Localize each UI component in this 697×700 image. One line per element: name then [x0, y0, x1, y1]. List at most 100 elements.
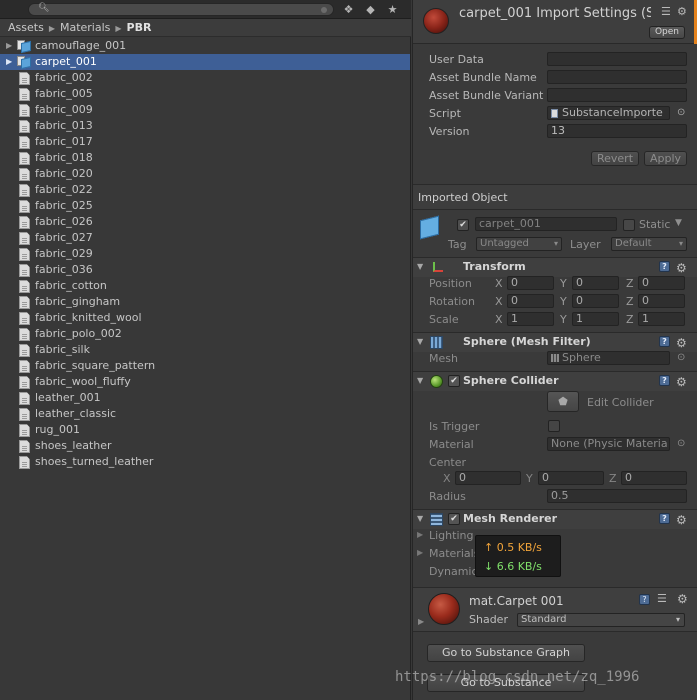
open-button[interactable]: Open	[649, 26, 685, 39]
revert-button[interactable]: Revert	[591, 151, 639, 166]
center-z-field[interactable]: 0	[621, 471, 687, 485]
clear-search-icon[interactable]	[321, 7, 327, 13]
file-list-item[interactable]: ▶ carpet_001	[0, 54, 410, 70]
file-list-item[interactable]: fabric_polo_002	[0, 326, 410, 342]
scale-y-field[interactable]: 1	[572, 312, 619, 326]
file-list-item[interactable]: fabric_018	[0, 150, 410, 166]
script-field[interactable]: SubstanceImporte	[547, 106, 670, 120]
file-list-item[interactable]: fabric_029	[0, 246, 410, 262]
scale-z-field[interactable]: 1	[638, 312, 685, 326]
version-field[interactable]: 13	[547, 124, 687, 138]
presets-icon[interactable]: ☰	[661, 5, 671, 18]
collapse-arrow-icon[interactable]: ▼	[417, 258, 423, 276]
file-list-item[interactable]: fabric_knitted_wool	[0, 310, 410, 326]
filter-by-label-icon[interactable]: ◆	[363, 2, 378, 17]
shader-dropdown[interactable]: Standard ▾	[517, 613, 685, 627]
expand-arrow-icon[interactable]: ▶	[6, 38, 12, 54]
mesh-filter-header[interactable]: ▼ Sphere (Mesh Filter) ? ⚙	[413, 332, 697, 352]
file-list-item[interactable]: fabric_022	[0, 182, 410, 198]
is-trigger-checkbox[interactable]	[548, 420, 560, 432]
mesh-renderer-header[interactable]: ▼ ✔ Mesh Renderer ? ⚙	[413, 509, 697, 529]
edit-collider-button[interactable]: ⬟	[547, 391, 579, 412]
help-book-icon[interactable]: ?	[659, 513, 670, 524]
rotation-x-field[interactable]: 0	[507, 294, 554, 308]
breadcrumb-item-materials[interactable]: Materials	[60, 21, 110, 34]
file-list-item[interactable]: ▶ camouflage_001	[0, 38, 410, 54]
component-settings-gear-icon[interactable]: ⚙	[676, 334, 687, 352]
file-list-item[interactable]: fabric_025	[0, 198, 410, 214]
materials-foldout-arrow-icon[interactable]: ▶	[417, 548, 423, 557]
radius-field[interactable]: 0.5	[547, 489, 687, 503]
breadcrumb-item-pbr[interactable]: PBR	[127, 21, 152, 34]
filter-by-type-icon[interactable]: ❖	[341, 2, 356, 17]
gameobject-active-checkbox[interactable]: ✔	[457, 219, 469, 231]
collapse-arrow-icon[interactable]: ▼	[417, 510, 423, 528]
sphere-collider-header[interactable]: ▼ ✔ Sphere Collider ? ⚙	[413, 371, 697, 391]
help-book-icon[interactable]: ?	[659, 336, 670, 347]
physic-material-field[interactable]: None (Physic Materia	[547, 437, 670, 451]
rotation-z-field[interactable]: 0	[638, 294, 685, 308]
static-dropdown-icon[interactable]: ▼	[675, 218, 682, 228]
file-list-item[interactable]: fabric_026	[0, 214, 410, 230]
object-picker-icon[interactable]: ⊙	[677, 107, 685, 118]
asset-bundle-variant-field[interactable]	[547, 88, 687, 102]
breadcrumb-item-assets[interactable]: Assets	[8, 21, 44, 34]
gear-icon[interactable]: ⚙	[677, 5, 687, 18]
presets-icon[interactable]: ☰	[657, 592, 667, 605]
collapse-arrow-icon[interactable]: ▼	[417, 333, 423, 351]
file-list-item[interactable]: fabric_square_pattern	[0, 358, 410, 374]
center-x-field[interactable]: 0	[455, 471, 521, 485]
rotation-y-field[interactable]: 0	[572, 294, 619, 308]
file-list-item[interactable]: fabric_027	[0, 230, 410, 246]
file-list-item[interactable]: fabric_009	[0, 102, 410, 118]
static-checkbox[interactable]	[623, 219, 635, 231]
file-list-item[interactable]: fabric_017	[0, 134, 410, 150]
expand-arrow-icon[interactable]: ▶	[6, 54, 12, 70]
center-y-field[interactable]: 0	[538, 471, 604, 485]
sphere-collider-enabled-checkbox[interactable]: ✔	[448, 375, 460, 387]
help-book-icon[interactable]: ?	[639, 594, 650, 605]
lighting-foldout[interactable]: Lighting	[429, 529, 473, 542]
help-book-icon[interactable]: ?	[659, 261, 670, 272]
component-settings-gear-icon[interactable]: ⚙	[676, 373, 687, 391]
layer-dropdown[interactable]: Default ▾	[611, 237, 687, 251]
file-list-item[interactable]: fabric_silk	[0, 342, 410, 358]
apply-button[interactable]: Apply	[644, 151, 687, 166]
help-book-icon[interactable]: ?	[659, 375, 670, 386]
material-foldout-arrow-icon[interactable]: ▶	[418, 617, 424, 626]
gameobject-name-field[interactable]: carpet_001	[475, 217, 617, 231]
go-to-substance-graph-button[interactable]: Go to Substance Graph	[427, 644, 585, 662]
transform-header[interactable]: ▼ Transform ? ⚙	[413, 257, 697, 277]
file-list-item[interactable]: fabric_gingham	[0, 294, 410, 310]
lighting-foldout-arrow-icon[interactable]: ▶	[417, 530, 423, 539]
object-picker-icon[interactable]: ⊙	[677, 438, 685, 449]
file-list-item[interactable]: leather_classic	[0, 406, 410, 422]
scale-x-field[interactable]: 1	[507, 312, 554, 326]
file-list-item[interactable]: leather_001	[0, 390, 410, 406]
file-list-item[interactable]: shoes_leather	[0, 438, 410, 454]
asset-bundle-name-field[interactable]	[547, 70, 687, 84]
mesh-field[interactable]: Sphere	[547, 351, 670, 365]
file-list-item[interactable]: fabric_cotton	[0, 278, 410, 294]
file-list-item[interactable]: fabric_002	[0, 70, 410, 86]
file-list-item[interactable]: fabric_wool_fluffy	[0, 374, 410, 390]
materials-foldout[interactable]: Materials	[429, 547, 479, 560]
file-list-item[interactable]: shoes_turned_leather	[0, 454, 410, 470]
search-input[interactable]: 🔍︎	[28, 3, 334, 16]
object-picker-icon[interactable]: ⊙	[677, 352, 685, 363]
component-settings-gear-icon[interactable]: ⚙	[676, 259, 687, 277]
material-settings-gear-icon[interactable]: ⚙	[677, 592, 688, 606]
position-x-field[interactable]: 0	[507, 276, 554, 290]
favorite-star-icon[interactable]: ★	[385, 2, 400, 17]
mesh-renderer-enabled-checkbox[interactable]: ✔	[448, 513, 460, 525]
file-list-item[interactable]: fabric_005	[0, 86, 410, 102]
component-settings-gear-icon[interactable]: ⚙	[676, 511, 687, 529]
collapse-arrow-icon[interactable]: ▼	[417, 372, 423, 390]
position-z-field[interactable]: 0	[638, 276, 685, 290]
file-list-item[interactable]: fabric_036	[0, 262, 410, 278]
file-list-item[interactable]: fabric_013	[0, 118, 410, 134]
file-list-item[interactable]: rug_001	[0, 422, 410, 438]
file-list-item[interactable]: fabric_020	[0, 166, 410, 182]
tag-dropdown[interactable]: Untagged ▾	[476, 237, 562, 251]
user-data-field[interactable]	[547, 52, 687, 66]
